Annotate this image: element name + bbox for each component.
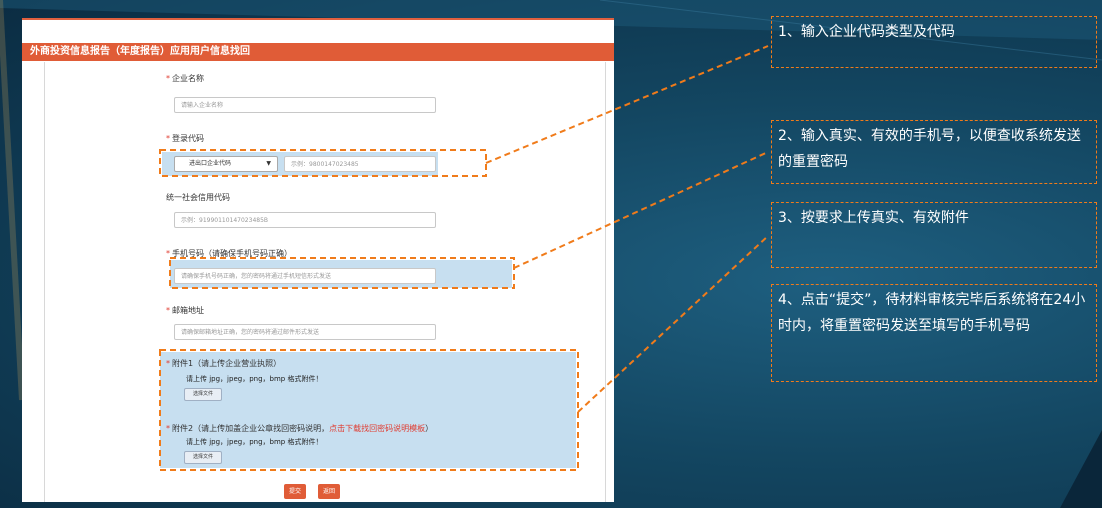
email-label: * 邮箱地址	[166, 306, 204, 315]
attachment1-choose-file-button[interactable]: 选择文件	[184, 388, 222, 401]
login-code-label: * 登录代码	[166, 134, 204, 143]
chevron-down-icon: ▼	[266, 160, 271, 167]
form-card: 外商投资信息报告（年度报告）应用用户信息找回 * 企业名称 请输入企业名称 * 登录…	[22, 18, 614, 502]
submit-button[interactable]: 提交	[284, 484, 306, 499]
top-accent-line	[22, 18, 614, 20]
attachment1-label: * 附件1（请上传企业营业执照）	[166, 359, 282, 368]
credit-code-label: 统一社会信用代码	[166, 193, 230, 202]
back-button[interactable]: 返回	[318, 484, 340, 499]
attachments-highlight	[160, 352, 576, 468]
attachment2-note: 请上传 jpg，jpeg，png，bmp 格式附件！	[186, 438, 323, 446]
credit-code-input[interactable]: 示例：91990110147023485B	[174, 212, 436, 228]
login-code-input[interactable]: 示例：9800147023485	[284, 156, 436, 172]
attachment2-label: * 附件2（请上传加盖企业公章找回密码说明，点击下载找回密码说明模板）	[166, 424, 434, 433]
login-code-type-select[interactable]: 进出口企业代码 ▼	[174, 156, 278, 172]
callout-4: 4、点击“提交”，待材料审核完毕后系统将在24小时内，将重置密码发送至填写的手机…	[771, 284, 1097, 382]
email-input[interactable]: 请确保邮箱地址正确，您的密码将通过邮件形式发送	[174, 324, 436, 340]
callout-2: 2、输入真实、有效的手机号，以便查收系统发送的重置密码	[771, 120, 1097, 184]
company-name-label: * 企业名称	[166, 74, 204, 83]
company-name-input[interactable]: 请输入企业名称	[174, 97, 436, 113]
attachment1-note: 请上传 jpg，jpeg，png，bmp 格式附件！	[186, 375, 323, 383]
download-template-link[interactable]: 点击下载找回密码说明模板	[329, 424, 425, 433]
phone-input[interactable]: 请确保手机号码正确，您的密码将通过手机短信形式发送	[174, 268, 436, 284]
phone-label: * 手机号码（请确保手机号码正确）	[166, 249, 292, 258]
form-title: 外商投资信息报告（年度报告）应用用户信息找回	[22, 43, 614, 61]
attachment2-choose-file-button[interactable]: 选择文件	[184, 451, 222, 464]
callout-3: 3、按要求上传真实、有效附件	[771, 202, 1097, 268]
callout-1: 1、输入企业代码类型及代码	[771, 16, 1097, 68]
required-mark: *	[166, 74, 170, 83]
